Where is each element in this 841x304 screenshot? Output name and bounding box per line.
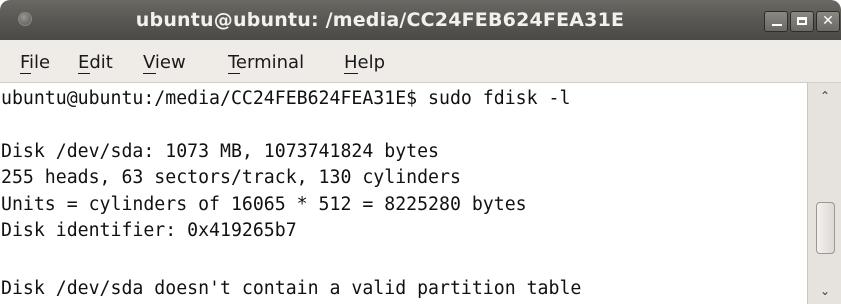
terminal-line: Disk /dev/sda doesn't contain a valid pa… <box>1 278 582 299</box>
menu-terminal[interactable]: Terminal <box>228 52 305 74</box>
terminal-line: ubuntu@ubuntu:/media/CC24FEB624FEA31E$ s… <box>1 88 571 109</box>
terminal-window: ubuntu@ubuntu: /media/CC24FEB624FEA31E ✕… <box>0 0 841 304</box>
close-button[interactable]: ✕ <box>816 11 840 32</box>
minimize-button[interactable] <box>764 11 788 32</box>
menu-edit-mnemonic-underline <box>78 73 90 74</box>
menu-edit-label: Edit <box>78 52 113 73</box>
minimize-icon <box>772 24 782 26</box>
terminal-line: 255 heads, 63 sectors/track, 130 cylinde… <box>1 167 461 188</box>
scroll-up-icon[interactable]: ⌃ <box>818 89 832 103</box>
window-title: ubuntu@ubuntu: /media/CC24FEB624FEA31E <box>135 9 625 31</box>
terminal-line: Units = cylinders of 16065 * 512 = 82252… <box>1 194 527 215</box>
menu-edit[interactable]: Edit <box>78 52 113 74</box>
menu-terminal-label: Terminal <box>228 52 305 73</box>
terminal-line: Disk /dev/sda: 1073 MB, 1073741824 bytes <box>1 141 439 162</box>
menu-help[interactable]: Help <box>344 52 386 74</box>
window-menu-icon[interactable] <box>18 12 32 26</box>
menu-terminal-mnemonic-underline <box>228 73 240 74</box>
vertical-scrollbar[interactable]: ⌃ ⌄ <box>807 83 841 304</box>
menu-view-mnemonic-underline <box>143 73 156 74</box>
maximize-button[interactable] <box>790 11 814 32</box>
menu-view[interactable]: View <box>143 52 186 74</box>
menu-bar: File Edit View Terminal Help <box>0 40 841 83</box>
scroll-down-icon[interactable]: ⌄ <box>818 284 832 298</box>
scrollbar-thumb[interactable] <box>816 202 835 254</box>
title-bar[interactable]: ubuntu@ubuntu: /media/CC24FEB624FEA31E ✕ <box>0 0 841 40</box>
menu-help-label: Help <box>344 52 386 73</box>
menu-file-label: File <box>20 52 51 73</box>
terminal-line: Disk identifier: 0x419265b7 <box>1 220 297 241</box>
terminal-output[interactable]: ubuntu@ubuntu:/media/CC24FEB624FEA31E$ s… <box>0 83 807 304</box>
maximize-icon <box>797 17 807 25</box>
menu-file[interactable]: File <box>20 52 51 74</box>
menu-file-mnemonic-underline <box>20 73 31 74</box>
menu-view-label: View <box>143 52 186 73</box>
menu-help-mnemonic-underline <box>344 73 358 74</box>
close-icon: ✕ <box>822 13 834 29</box>
